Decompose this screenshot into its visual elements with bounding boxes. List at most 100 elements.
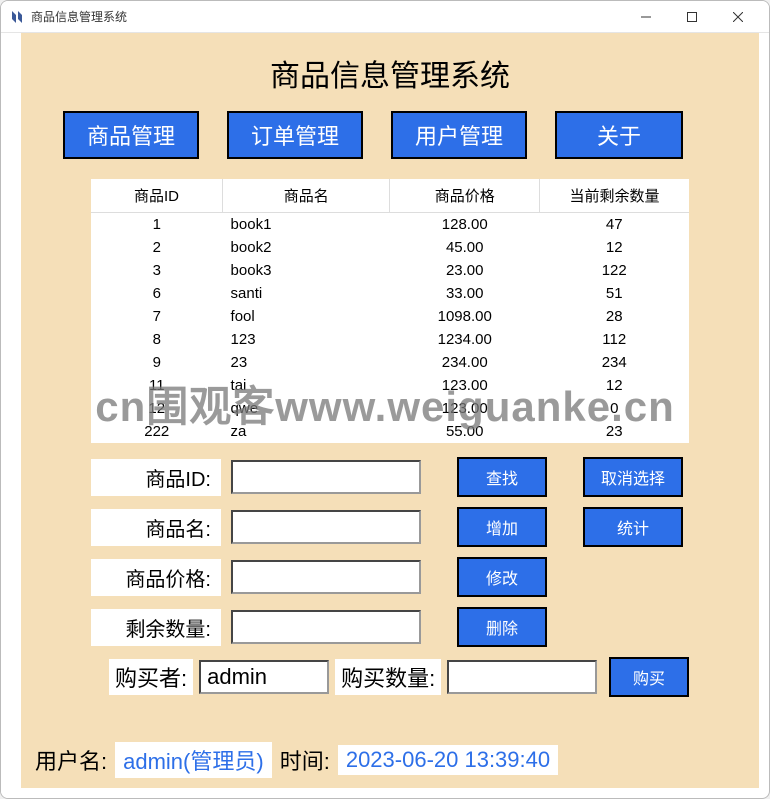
cell-id: 11	[91, 374, 223, 397]
th-name: 商品名	[223, 179, 390, 213]
menu-products-button[interactable]: 商品管理	[63, 111, 199, 159]
status-time-value: 2023-06-20 13:39:40	[338, 745, 558, 775]
close-button[interactable]	[715, 2, 761, 32]
table-row[interactable]: 6santi33.0051	[91, 282, 689, 305]
search-button[interactable]: 查找	[457, 457, 547, 497]
table-row[interactable]: 3book323.00122	[91, 259, 689, 282]
input-buy-qty[interactable]	[447, 660, 597, 694]
menu-about-button[interactable]: 关于	[555, 111, 683, 159]
titlebar: 商品信息管理系统	[1, 1, 769, 33]
maximize-button[interactable]	[669, 2, 715, 32]
form-row-name: 商品名: 增加 统计	[91, 507, 689, 547]
cell-name: book3	[223, 259, 390, 282]
cell-id: 222	[91, 420, 223, 443]
cell-stock: 47	[539, 213, 689, 237]
label-product-name: 商品名:	[91, 509, 221, 546]
buy-row: 购买者: 购买数量: 购买	[109, 657, 689, 697]
maximize-icon	[687, 12, 697, 22]
form-row-stock: 剩余数量: 删除	[91, 607, 689, 647]
cell-price: 33.00	[390, 282, 540, 305]
cell-id: 12	[91, 397, 223, 420]
minimize-button[interactable]	[623, 2, 669, 32]
status-user-label: 用户名:	[35, 744, 107, 776]
cell-name: book2	[223, 236, 390, 259]
form-area: 商品ID: 查找 取消选择 商品名: 增加 统计 商品价格: 修改 剩余数量: …	[91, 457, 689, 647]
input-product-price[interactable]	[231, 560, 421, 594]
label-product-price: 商品价格:	[91, 559, 221, 596]
label-buyer: 购买者:	[109, 659, 193, 695]
label-stock: 剩余数量:	[91, 609, 221, 646]
window-controls	[623, 2, 761, 32]
input-product-id[interactable]	[231, 460, 421, 494]
form-row-price: 商品价格: 修改	[91, 557, 689, 597]
client-area: 商品信息管理系统 商品管理 订单管理 用户管理 关于 商品ID 商品名 商品价格…	[21, 33, 759, 788]
table-row[interactable]: 12qwe123.000	[91, 397, 689, 420]
cell-id: 3	[91, 259, 223, 282]
minimize-icon	[641, 12, 651, 22]
cell-stock: 122	[539, 259, 689, 282]
page-title: 商品信息管理系统	[51, 51, 729, 95]
cell-price: 123.00	[390, 374, 540, 397]
input-buyer[interactable]	[199, 660, 329, 694]
table-row[interactable]: 11tai123.0012	[91, 374, 689, 397]
cell-id: 9	[91, 351, 223, 374]
input-stock[interactable]	[231, 610, 421, 644]
table-row[interactable]: 2book245.0012	[91, 236, 689, 259]
table-row[interactable]: 222za55.0023	[91, 420, 689, 443]
app-icon	[9, 9, 25, 25]
add-button[interactable]: 增加	[457, 507, 547, 547]
cell-name: 23	[223, 351, 390, 374]
cell-name: za	[223, 420, 390, 443]
product-table-wrap: 商品ID 商品名 商品价格 当前剩余数量 1book1128.00472book…	[91, 179, 689, 443]
cell-id: 7	[91, 305, 223, 328]
cell-price: 1098.00	[390, 305, 540, 328]
cell-name: qwe	[223, 397, 390, 420]
table-header-row: 商品ID 商品名 商品价格 当前剩余数量	[91, 179, 689, 213]
th-id: 商品ID	[91, 179, 223, 213]
th-price: 商品价格	[390, 179, 540, 213]
cell-stock: 0	[539, 397, 689, 420]
status-user-value: admin(管理员)	[115, 742, 272, 778]
cell-id: 8	[91, 328, 223, 351]
cell-price: 45.00	[390, 236, 540, 259]
app-window: 商品信息管理系统 商品信息管理系统 商品管理 订单管理 用户管理 关于	[0, 0, 770, 799]
menu-orders-button[interactable]: 订单管理	[227, 111, 363, 159]
cell-price: 1234.00	[390, 328, 540, 351]
th-stock: 当前剩余数量	[539, 179, 689, 213]
cell-id: 6	[91, 282, 223, 305]
stats-button[interactable]: 统计	[583, 507, 683, 547]
cell-price: 23.00	[390, 259, 540, 282]
table-row[interactable]: 1book1128.0047	[91, 213, 689, 237]
cell-name: santi	[223, 282, 390, 305]
cell-stock: 12	[539, 236, 689, 259]
cell-stock: 234	[539, 351, 689, 374]
table-row[interactable]: 923234.00234	[91, 351, 689, 374]
cell-stock: 51	[539, 282, 689, 305]
label-product-id: 商品ID:	[91, 459, 221, 496]
deselect-button[interactable]: 取消选择	[583, 457, 683, 497]
cell-price: 123.00	[390, 397, 540, 420]
modify-button[interactable]: 修改	[457, 557, 547, 597]
buy-button[interactable]: 购买	[609, 657, 689, 697]
label-buy-qty: 购买数量:	[335, 659, 441, 695]
delete-button[interactable]: 删除	[457, 607, 547, 647]
table-row[interactable]: 81231234.00112	[91, 328, 689, 351]
status-bar: 用户名: admin(管理员) 时间: 2023-06-20 13:39:40	[35, 742, 729, 778]
table-row[interactable]: 7fool1098.0028	[91, 305, 689, 328]
cell-name: fool	[223, 305, 390, 328]
form-row-id: 商品ID: 查找 取消选择	[91, 457, 689, 497]
menu-bar: 商品管理 订单管理 用户管理 关于	[51, 111, 729, 159]
cell-name: book1	[223, 213, 390, 237]
window-title: 商品信息管理系统	[31, 8, 623, 25]
menu-users-button[interactable]: 用户管理	[391, 111, 527, 159]
cell-stock: 23	[539, 420, 689, 443]
cell-id: 2	[91, 236, 223, 259]
input-product-name[interactable]	[231, 510, 421, 544]
close-icon	[733, 12, 743, 22]
product-table[interactable]: 商品ID 商品名 商品价格 当前剩余数量 1book1128.00472book…	[91, 179, 689, 443]
status-time-label: 时间:	[280, 744, 330, 776]
cell-stock: 12	[539, 374, 689, 397]
cell-name: 123	[223, 328, 390, 351]
cell-id: 1	[91, 213, 223, 237]
cell-price: 128.00	[390, 213, 540, 237]
